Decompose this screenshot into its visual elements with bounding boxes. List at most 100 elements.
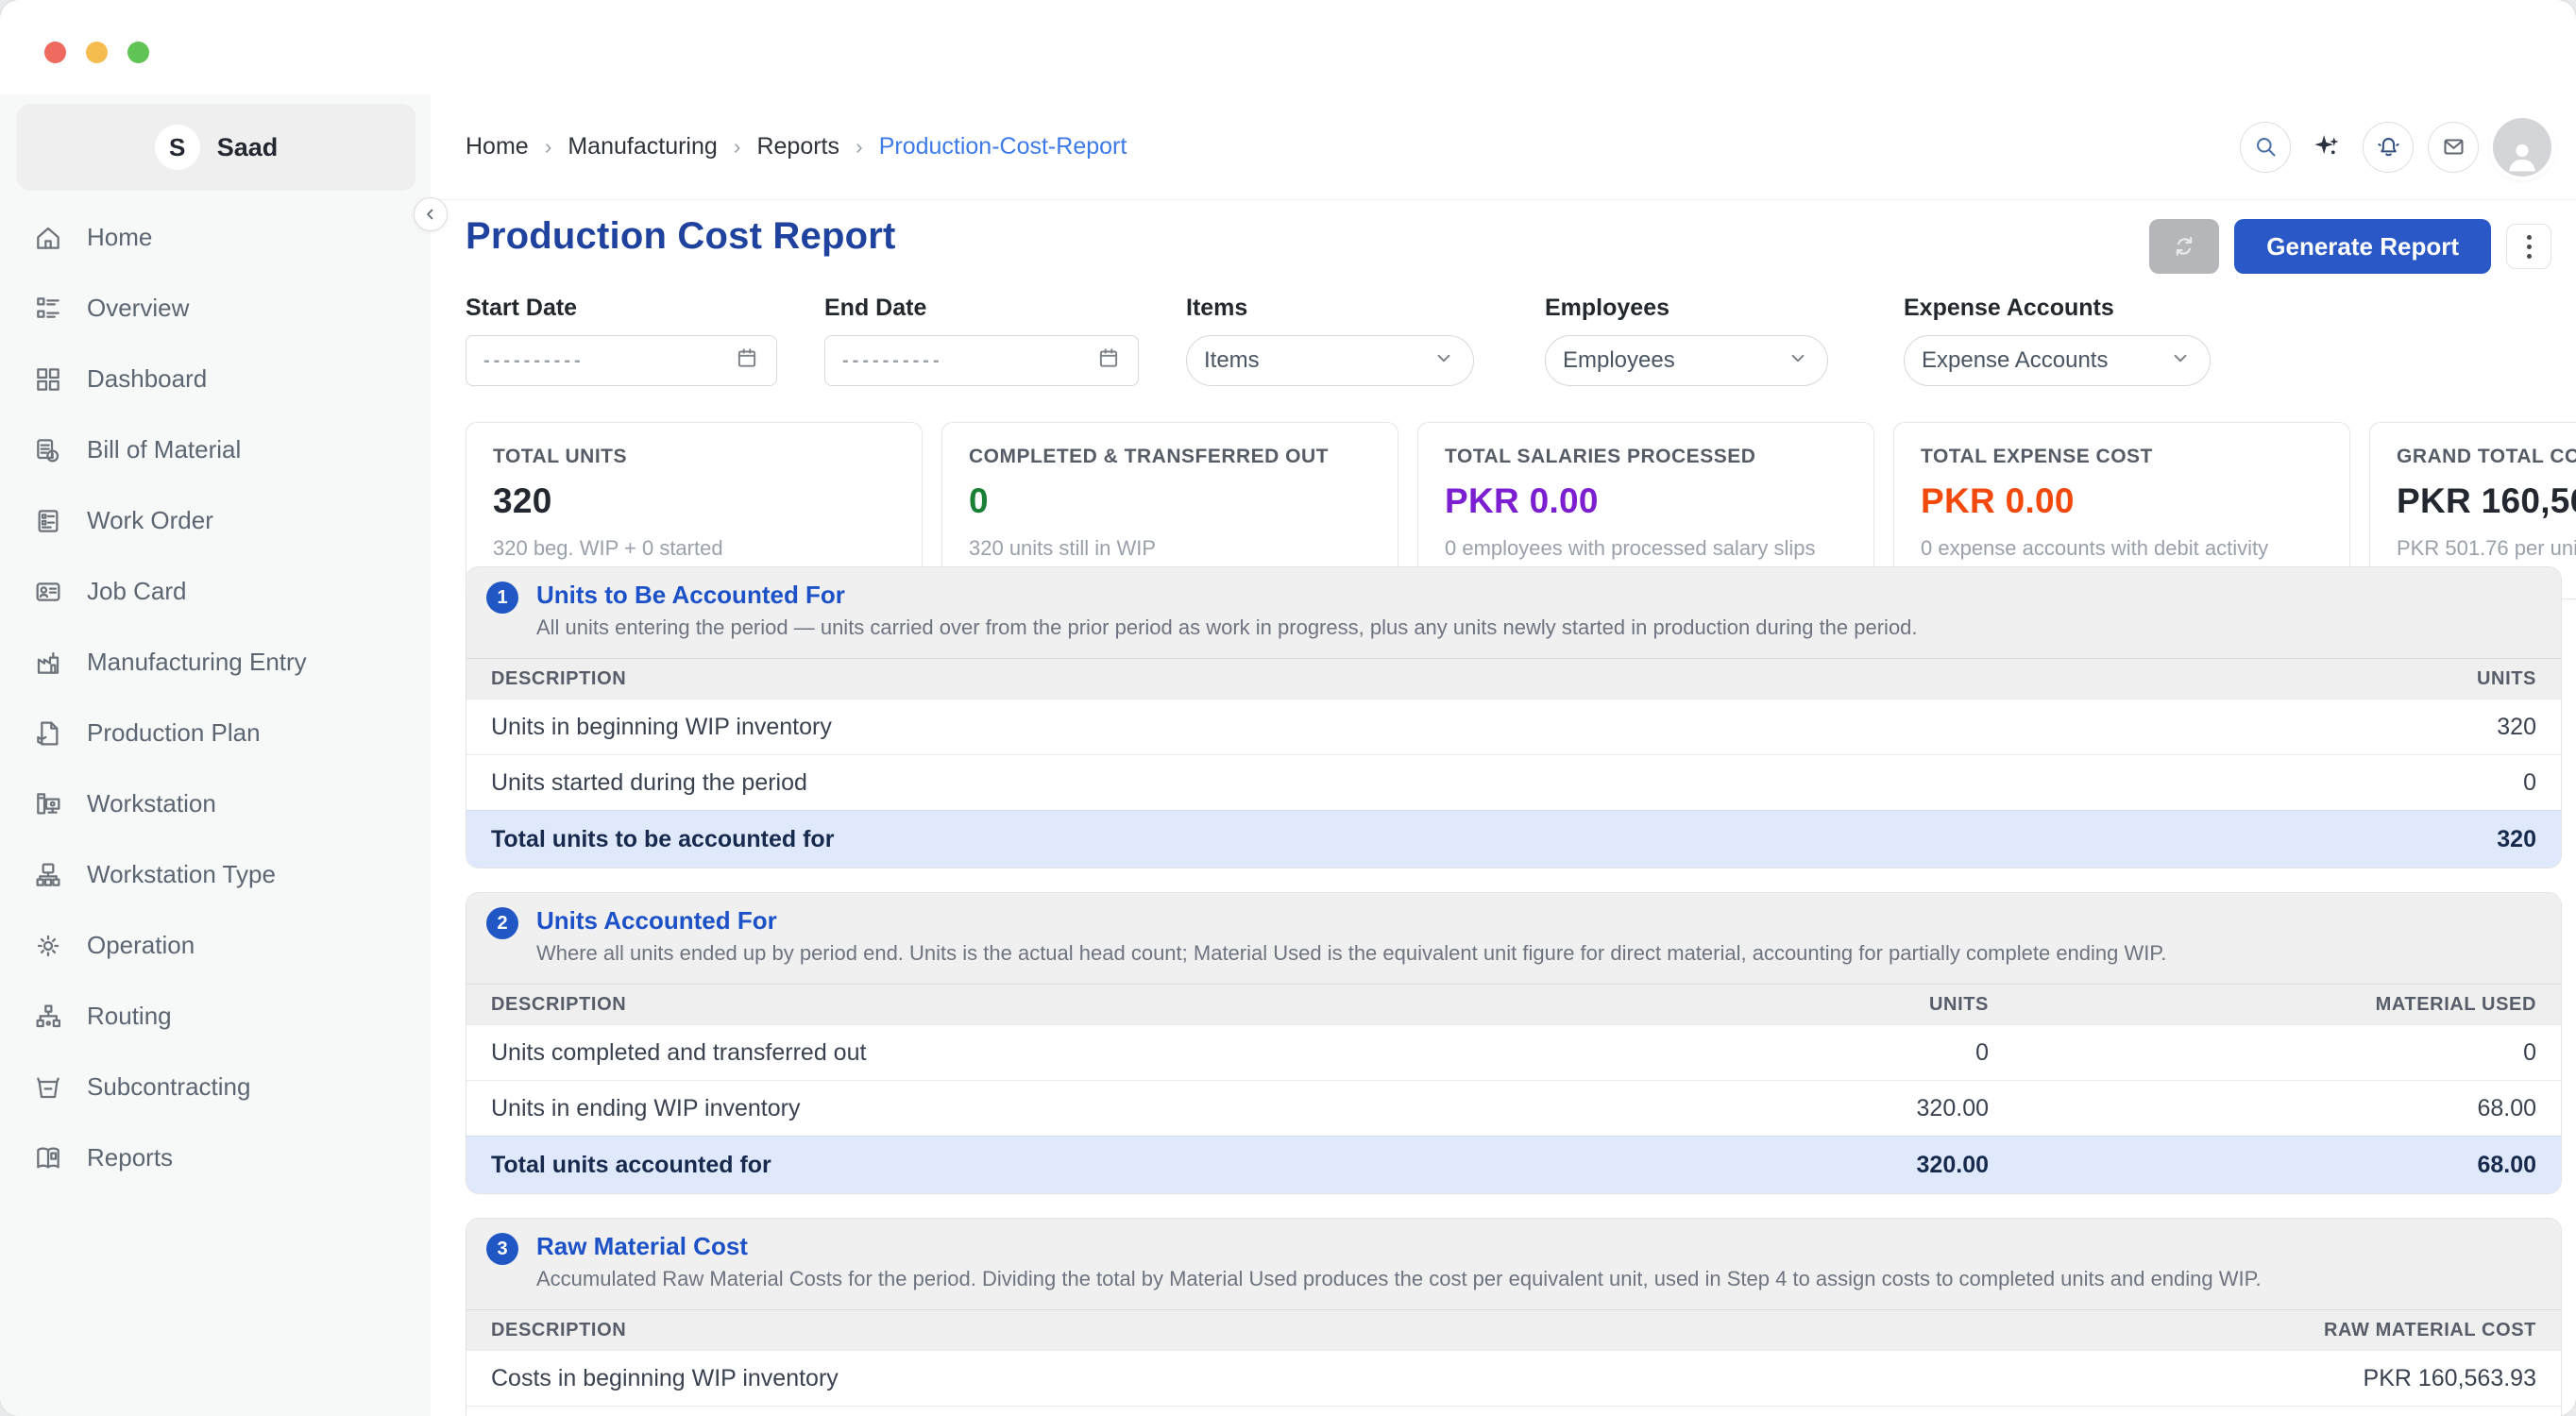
sidebar-item-workstation[interactable]: Workstation bbox=[0, 768, 431, 839]
notifications-button[interactable] bbox=[2363, 122, 2414, 173]
sidebar-item-work-order[interactable]: Work Order bbox=[0, 485, 431, 556]
workstation-type-icon bbox=[32, 859, 64, 891]
section-header: 3 Raw Material Cost Accumulated Raw Mate… bbox=[466, 1219, 2561, 1309]
breadcrumb-separator: › bbox=[734, 134, 741, 160]
sidebar-item-workstation-type[interactable]: Workstation Type bbox=[0, 839, 431, 910]
sidebar-item-production-plan[interactable]: Production Plan bbox=[0, 698, 431, 768]
sidebar-collapse-button[interactable] bbox=[414, 197, 448, 231]
table-header-row: DESCRIPTIONRAW MATERIAL COST bbox=[466, 1309, 2561, 1350]
column-header-description: DESCRIPTION bbox=[491, 994, 1592, 1016]
close-window-button[interactable] bbox=[44, 42, 66, 63]
user-avatar-button[interactable] bbox=[2493, 118, 2551, 177]
sidebar-item-home[interactable]: Home bbox=[0, 202, 431, 273]
maximize-window-button[interactable] bbox=[127, 42, 149, 63]
subcontracting-icon bbox=[32, 1071, 64, 1104]
overview-icon bbox=[32, 293, 64, 325]
ai-assistant-button[interactable] bbox=[2305, 126, 2348, 169]
sparkles-icon bbox=[2311, 131, 2343, 163]
operation-icon bbox=[32, 930, 64, 962]
items-dropdown[interactable]: Items bbox=[1186, 335, 1474, 386]
job-card-icon bbox=[32, 576, 64, 608]
sidebar-item-label: Reports bbox=[87, 1143, 173, 1172]
breadcrumb-item-reports[interactable]: Reports bbox=[756, 133, 839, 160]
sidebar-item-overview[interactable]: Overview bbox=[0, 273, 431, 344]
sidebar-item-operation[interactable]: Operation bbox=[0, 910, 431, 981]
page-title: Production Cost Report bbox=[466, 215, 896, 258]
sidebar-item-label: Job Card bbox=[87, 577, 187, 606]
breadcrumb-item-home[interactable]: Home bbox=[466, 133, 529, 160]
page-actions: Generate Report bbox=[2149, 219, 2551, 274]
sidebar-item-routing[interactable]: Routing bbox=[0, 981, 431, 1052]
minimize-window-button[interactable] bbox=[86, 42, 108, 63]
sidebar: S Saad Home Overview Dashboard Bill of M… bbox=[0, 94, 431, 1416]
sidebar-item-job-card[interactable]: Job Card bbox=[0, 556, 431, 627]
breadcrumb-separator: › bbox=[545, 134, 552, 160]
end-date-input[interactable]: ---------- bbox=[824, 335, 1139, 386]
chevron-down-icon bbox=[1786, 346, 1810, 377]
sidebar-item-bill-of-material[interactable]: Bill of Material bbox=[0, 414, 431, 485]
filter-label: Start Date bbox=[466, 295, 777, 322]
user-avatar: S bbox=[155, 125, 200, 170]
table-cell: 320 bbox=[1989, 714, 2536, 741]
sidebar-item-label: Dashboard bbox=[87, 364, 207, 394]
chevron-left-icon bbox=[422, 206, 439, 223]
sidebar-item-label: Workstation bbox=[87, 789, 216, 818]
breadcrumb-item-manufacturing[interactable]: Manufacturing bbox=[568, 133, 717, 160]
search-button[interactable] bbox=[2240, 122, 2291, 173]
filter-label: Employees bbox=[1545, 295, 1828, 322]
sidebar-item-label: Operation bbox=[87, 931, 195, 960]
select-value: Items bbox=[1204, 347, 1260, 374]
generate-report-button[interactable]: Generate Report bbox=[2234, 219, 2491, 274]
table-row: Units completed and transferred out00 bbox=[466, 1024, 2561, 1080]
date-placeholder: ---------- bbox=[842, 350, 943, 372]
start-date-input[interactable]: ---------- bbox=[466, 335, 777, 386]
table-total-cell: 68.00 bbox=[1989, 1152, 2536, 1179]
card-label: COMPLETED & TRANSFERRED OUT bbox=[969, 446, 1371, 468]
sidebar-item-label: Subcontracting bbox=[87, 1072, 250, 1102]
table-total-row: Total units to be accounted for320 bbox=[466, 810, 2561, 868]
filter-items: Items Items bbox=[1186, 295, 1474, 386]
table-cell: Units completed and transferred out bbox=[491, 1039, 1592, 1067]
messages-button[interactable] bbox=[2428, 122, 2479, 173]
expense-accounts-dropdown[interactable]: Expense Accounts bbox=[1904, 335, 2211, 386]
filter-label: Items bbox=[1186, 295, 1474, 322]
filter-end-date: End Date ---------- bbox=[824, 295, 1139, 386]
sidebar-item-label: Work Order bbox=[87, 506, 213, 535]
report-section-3: 3 Raw Material Cost Accumulated Raw Mate… bbox=[466, 1218, 2562, 1416]
user-card[interactable]: S Saad bbox=[17, 104, 415, 191]
card-value: PKR 0.00 bbox=[1921, 481, 2323, 521]
window-controls bbox=[44, 42, 149, 63]
column-header-units: UNITS bbox=[1989, 668, 2536, 690]
filter-employees: Employees Employees bbox=[1545, 295, 1828, 386]
topbar: Home ›Manufacturing ›Reports ›Production… bbox=[431, 94, 2576, 200]
column-header-material-used: MATERIAL USED bbox=[1989, 994, 2536, 1016]
breadcrumb-separator: › bbox=[856, 134, 863, 160]
bill-of-material-icon bbox=[32, 434, 64, 466]
sidebar-item-subcontracting[interactable]: Subcontracting bbox=[0, 1052, 431, 1122]
sidebar-item-label: Routing bbox=[87, 1002, 172, 1031]
table-total-cell: Total units to be accounted for bbox=[491, 826, 1989, 853]
search-icon bbox=[2253, 134, 2279, 160]
select-value: Employees bbox=[1563, 347, 1675, 374]
employees-dropdown[interactable]: Employees bbox=[1545, 335, 1828, 386]
report-sections: 1 Units to Be Accounted For All units en… bbox=[466, 566, 2562, 1416]
sidebar-item-label: Overview bbox=[87, 294, 189, 323]
card-subtitle: 0 expense accounts with debit activity bbox=[1921, 536, 2323, 561]
sidebar-item-reports[interactable]: Reports bbox=[0, 1122, 431, 1193]
sidebar-item-manufacturing-entry[interactable]: Manufacturing Entry bbox=[0, 627, 431, 698]
filter-start-date: Start Date ---------- bbox=[466, 295, 777, 386]
section-number-badge: 1 bbox=[486, 582, 518, 614]
column-header-units: UNITS bbox=[1592, 994, 1989, 1016]
main-content: Production Cost Report Generate Report S… bbox=[431, 200, 2576, 1416]
card-subtitle: 320 beg. WIP + 0 started bbox=[493, 536, 895, 561]
refresh-button[interactable] bbox=[2149, 219, 2219, 274]
card-value: 320 bbox=[493, 481, 895, 521]
more-options-button[interactable] bbox=[2506, 224, 2551, 269]
section-description: Where all units ended up by period end. … bbox=[536, 941, 2538, 966]
section-header: 2 Units Accounted For Where all units en… bbox=[466, 893, 2561, 984]
sidebar-item-dashboard[interactable]: Dashboard bbox=[0, 344, 431, 414]
card-subtitle: 0 employees with processed salary slips bbox=[1445, 536, 1847, 561]
app-window: S Saad Home Overview Dashboard Bill of M… bbox=[0, 0, 2576, 1416]
section-title: Raw Material Cost bbox=[536, 1232, 2538, 1261]
table-row: Units in beginning WIP inventory320 bbox=[466, 699, 2561, 754]
